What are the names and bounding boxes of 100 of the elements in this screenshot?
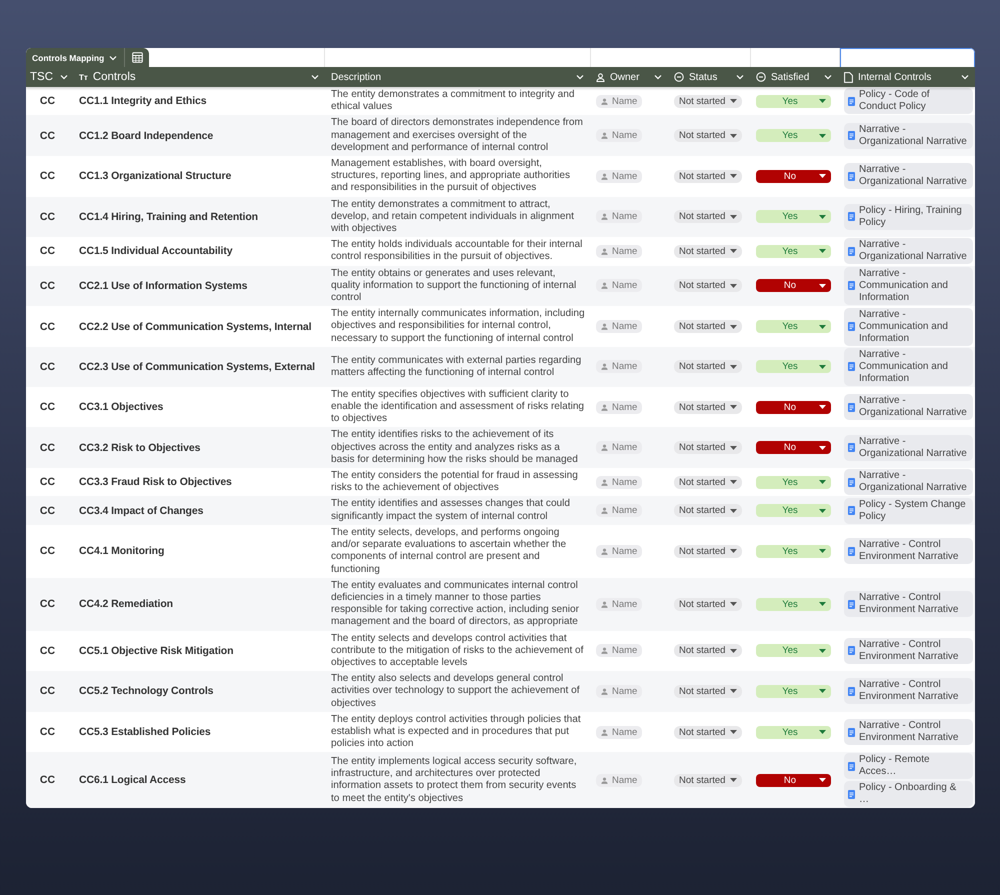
status-dropdown[interactable]: Not started (674, 544, 742, 558)
calculator-icon[interactable] (132, 52, 144, 63)
satisfied-dropdown[interactable]: Yes (756, 598, 831, 611)
status-dropdown[interactable]: Not started (674, 684, 742, 698)
satisfied-dropdown[interactable]: Yes (756, 544, 831, 558)
linked-document-chip[interactable]: Narrative - Organizational Narrative (844, 394, 973, 420)
satisfied-dropdown[interactable]: Yes (756, 684, 831, 698)
linked-document-chip[interactable]: Narrative - Control Environment Narrative (844, 591, 973, 618)
status-dropdown[interactable]: Not started (674, 644, 742, 658)
status-dropdown[interactable]: Not started (674, 244, 742, 258)
tsc-cell: CC (40, 726, 56, 738)
linked-document-chip[interactable]: Narrative - Organizational Narrative (844, 469, 973, 496)
column-header[interactable]: Tт Controls (73, 67, 325, 87)
status-dropdown[interactable]: Not started (674, 726, 742, 739)
status-dropdown[interactable]: Not started (674, 170, 742, 183)
linked-document-chip[interactable]: Narrative - Control Environment Narrative (844, 719, 973, 746)
chevron-down-icon (109, 54, 118, 60)
satisfied-dropdown[interactable]: No (756, 774, 831, 787)
status-dropdown[interactable]: Not started (674, 504, 742, 518)
linked-document-chip[interactable]: Policy - System Change Policy (844, 498, 973, 524)
owner-chip[interactable]: Name (596, 129, 642, 142)
document-icon (848, 172, 855, 181)
status-dropdown[interactable]: Not started (674, 210, 742, 224)
description-text: The entity obtains or generates and uses relevant, quality information to support the functioning of internal control (331, 268, 578, 304)
owner-chip[interactable]: Name (596, 360, 642, 374)
satisfied-dropdown[interactable]: Yes (756, 726, 831, 739)
linked-document-chip[interactable]: Narrative - Organizational Narrative (844, 434, 973, 461)
owner-chip[interactable]: Name (596, 726, 642, 739)
owner-chip[interactable]: Name (596, 210, 642, 224)
dropdown-circle-icon (674, 72, 684, 82)
linked-document-chip[interactable]: Narrative - Control Environment Narrative (844, 638, 973, 664)
person-icon (601, 776, 608, 784)
owner-chip[interactable]: Name (596, 94, 642, 108)
satisfied-dropdown[interactable]: No (756, 441, 831, 454)
sheet-tab[interactable]: Controls Mapping (26, 48, 150, 67)
satisfied-dropdown[interactable]: Yes (756, 94, 831, 108)
linked-document-chip[interactable]: Narrative - Communication and Information (844, 308, 973, 346)
owner-chip[interactable]: Name (596, 244, 642, 258)
column-header[interactable]: Description (325, 67, 590, 87)
control-name: CC5.2 Technology Controls (79, 685, 214, 698)
column-header[interactable]: Owner (590, 67, 668, 87)
satisfied-dropdown[interactable]: Yes (756, 360, 831, 374)
satisfied-dropdown[interactable]: Yes (756, 320, 831, 334)
satisfied-dropdown[interactable]: No (756, 400, 831, 414)
status-dropdown[interactable]: Not started (674, 441, 742, 454)
status-dropdown[interactable]: Not started (674, 400, 742, 414)
linked-document-chip[interactable]: Narrative - Organizational Narrative (844, 122, 973, 149)
satisfied-dropdown[interactable]: Yes (756, 210, 831, 224)
status-dropdown[interactable]: Not started (674, 774, 742, 787)
tsc-cell: CC (40, 685, 56, 698)
status-dropdown[interactable]: Not started (674, 360, 742, 374)
linked-document-chip[interactable]: Policy - Code of Conduct Policy (844, 88, 973, 114)
caret-down-icon (730, 480, 738, 484)
document-icon (848, 478, 855, 487)
column-header[interactable]: Satisfied (750, 67, 838, 87)
linked-document-chip[interactable]: Policy - Hiring, Training Policy (844, 204, 973, 230)
status-dropdown[interactable]: Not started (674, 476, 742, 489)
satisfied-dropdown[interactable]: Yes (756, 644, 831, 658)
owner-chip[interactable]: Name (596, 320, 642, 334)
owner-chip[interactable]: Name (596, 684, 642, 698)
owner-chip[interactable]: Name (596, 544, 642, 558)
linked-document-chip[interactable]: Narrative - Control Environment Narrative (844, 678, 973, 704)
column-header[interactable]: Status (668, 67, 750, 87)
status-dropdown[interactable]: Not started (674, 598, 742, 611)
description-text: The entity deploys control activities through policies that establish what is expected and in procedures that put policies into action (331, 714, 582, 750)
owner-chip[interactable]: Name (596, 400, 642, 414)
satisfied-dropdown[interactable]: No (756, 279, 831, 292)
owner-chip[interactable]: Name (596, 441, 642, 454)
person-icon (601, 323, 608, 330)
document-icon (848, 212, 855, 222)
satisfied-dropdown[interactable]: Yes (756, 129, 831, 142)
linked-document-chip[interactable]: Narrative - Organizational Narrative (844, 238, 973, 264)
satisfied-dropdown[interactable]: Yes (756, 504, 831, 518)
person-icon (601, 404, 608, 411)
status-dropdown[interactable]: Not started (674, 94, 742, 108)
chevron-down-icon (824, 74, 832, 80)
linked-document-chip[interactable]: Narrative - Organizational Narrative (844, 163, 973, 190)
linked-document-chip[interactable]: Policy - Remote Acces… (844, 753, 973, 780)
column-header[interactable]: TSC (26, 67, 73, 87)
linked-document-chip[interactable]: Narrative - Communication and Information (844, 266, 973, 305)
linked-document-chip[interactable]: Narrative - Control Environment Narrative (844, 538, 973, 564)
status-dropdown[interactable]: Not started (674, 129, 742, 142)
caret-down-icon (819, 134, 826, 138)
column-header[interactable]: Internal Controls (838, 67, 975, 87)
owner-chip[interactable]: Name (596, 170, 642, 183)
owner-chip[interactable]: Name (596, 598, 642, 611)
caret-down-icon (819, 249, 826, 254)
linked-document-chip[interactable]: Policy - Onboarding & … (844, 781, 973, 808)
owner-chip[interactable]: Name (596, 504, 642, 518)
owner-chip[interactable]: Name (596, 476, 642, 489)
status-dropdown[interactable]: Not started (674, 320, 742, 334)
status-dropdown[interactable]: Not started (674, 279, 742, 292)
owner-chip[interactable]: Name (596, 774, 642, 787)
satisfied-dropdown[interactable]: Yes (756, 244, 831, 258)
owner-chip[interactable]: Name (596, 644, 642, 658)
control-name: CC2.3 Use of Communication Systems, External (79, 360, 316, 373)
owner-chip[interactable]: Name (596, 279, 642, 292)
linked-document-chip[interactable]: Narrative - Communication and Information (844, 348, 973, 386)
satisfied-dropdown[interactable]: No (756, 170, 831, 183)
satisfied-dropdown[interactable]: Yes (756, 476, 831, 489)
